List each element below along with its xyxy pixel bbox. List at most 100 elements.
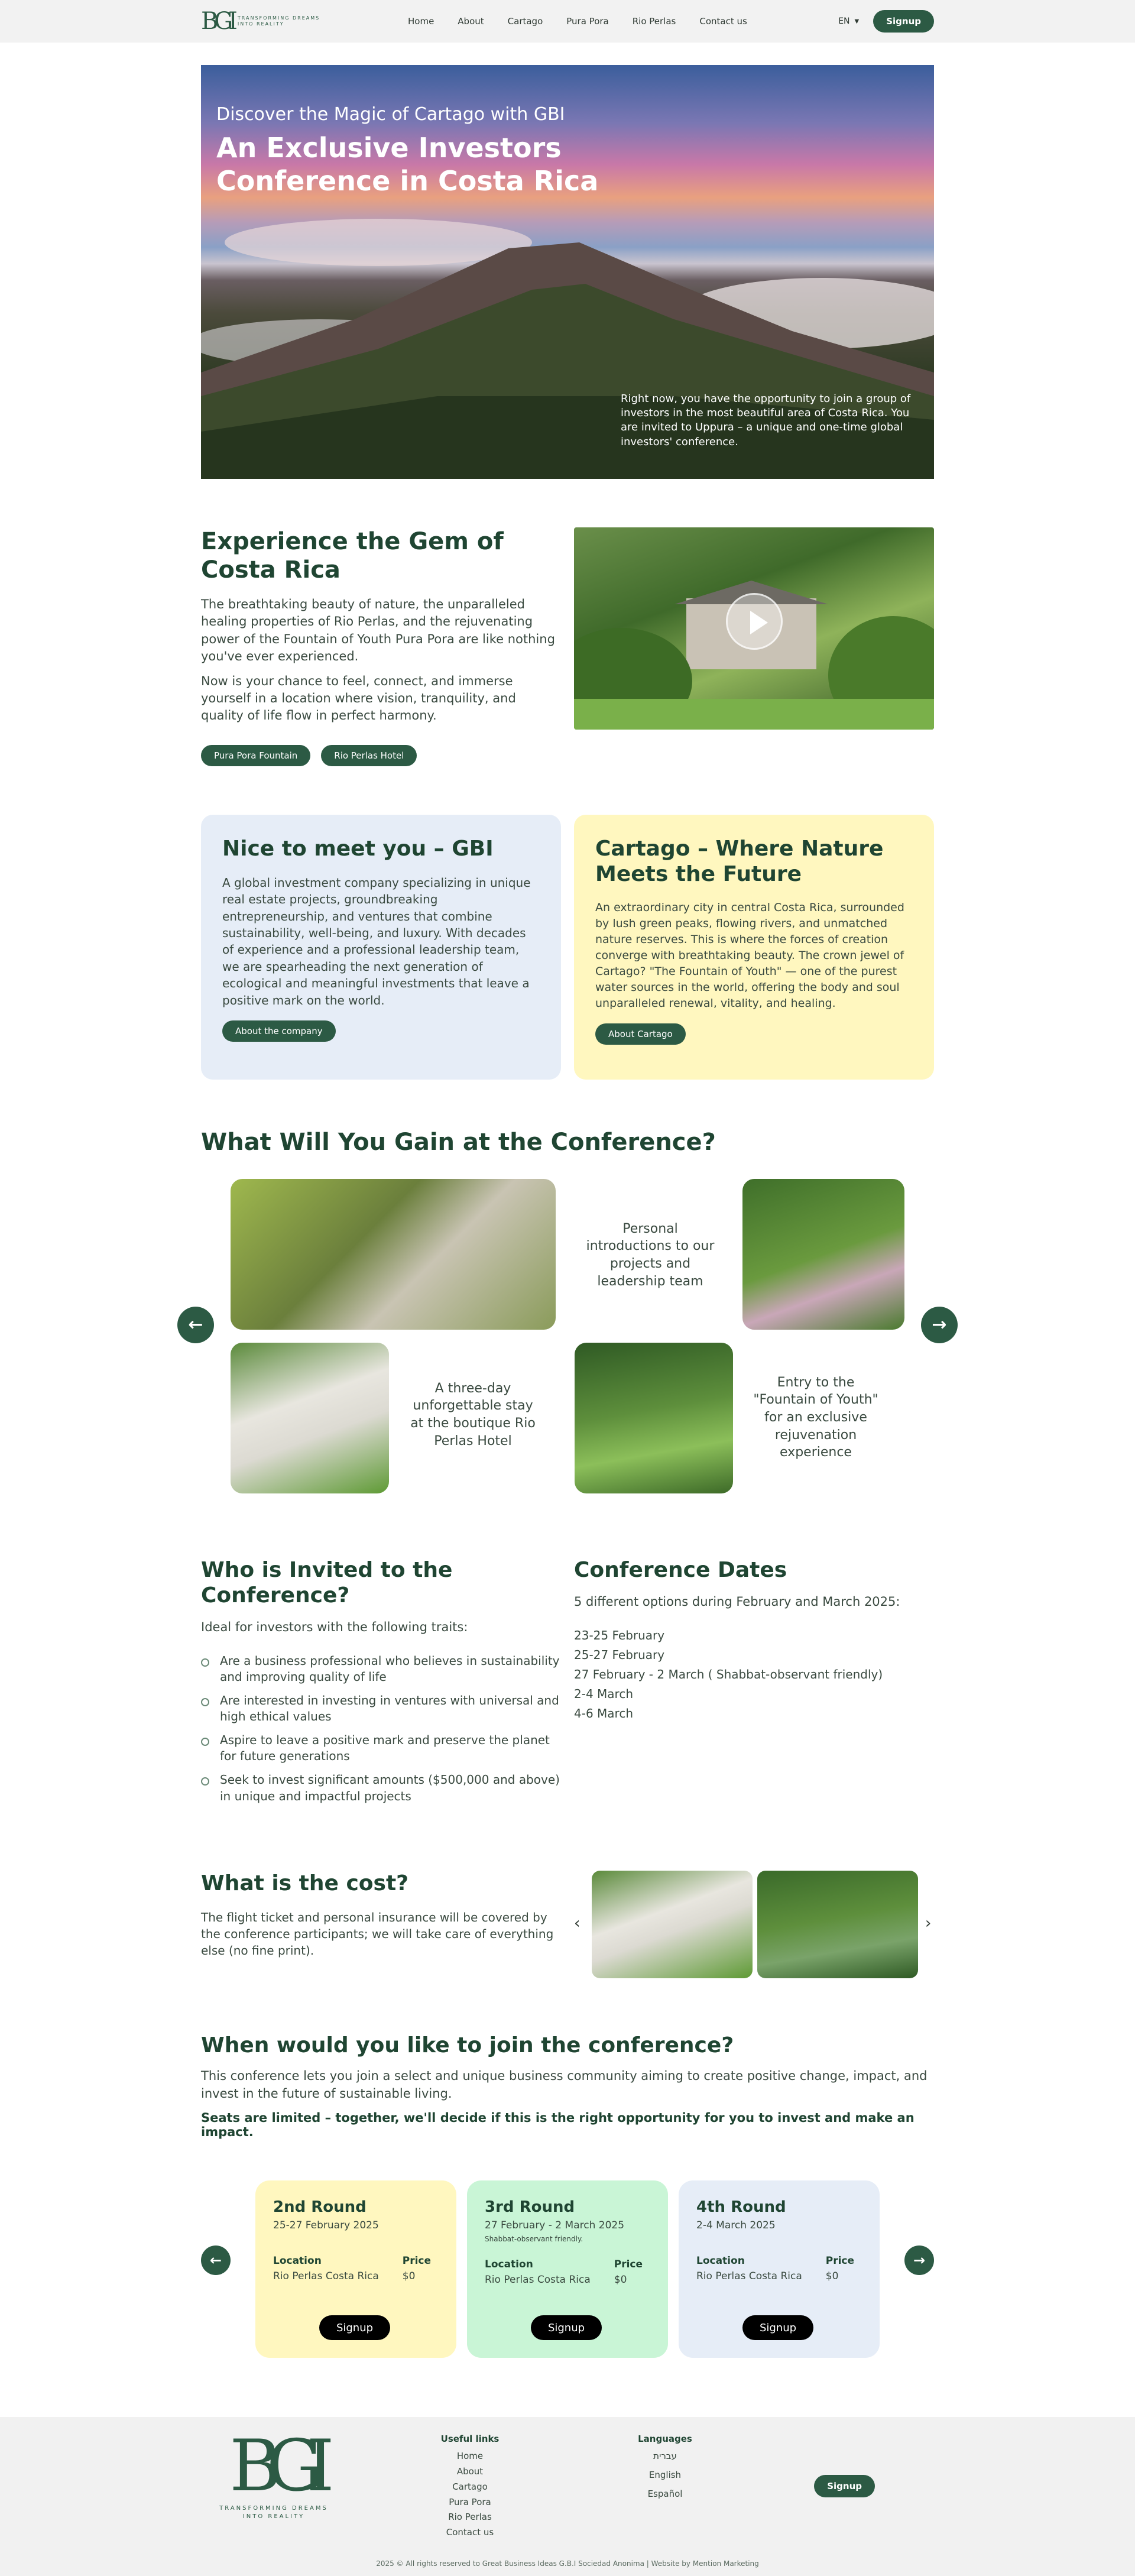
lake-gallery-photo [757,1871,918,1979]
logo-tagline: Transforming Dreams Into Reality [237,15,320,27]
about-text: A global investment company specializing… [222,875,531,1007]
hotel-gallery-photo [592,1871,753,1979]
footer-link-pura-pora[interactable]: Pura Pora [426,2495,514,2510]
chevron-left-icon[interactable]: ‹ [574,1914,580,1932]
footer-link-home[interactable]: Home [426,2449,514,2464]
footer-link-about[interactable]: About [426,2464,514,2480]
date-option: 23-25 February [574,1628,665,1643]
waterfall-photo [575,1342,733,1493]
language-code: EN [838,17,850,26]
date-option: 4-6 March [574,1706,633,1721]
about-gbi-card: Nice to meet you – GBI A global investme… [201,814,561,1080]
location-label: Location [696,2255,745,2267]
language-english[interactable]: English [621,2468,709,2483]
hero-banner: Discover the Magic of Cartago with GBI A… [201,65,934,479]
languages: Languages עברית English Español [621,2434,709,2502]
footer-link-rio-perlas[interactable]: Rio Perlas [426,2510,514,2525]
rio-perlas-hotel-button[interactable]: Rio Perlas Hotel [321,744,417,766]
price-value: $0 [614,2274,627,2286]
cartago-title: Cartago – Where Nature Meets the Future [595,836,884,886]
signup-button[interactable]: Signup [873,10,934,33]
language-spanish[interactable]: Español [621,2487,709,2502]
location-label: Location [485,2259,533,2271]
gain-item-fountain: Entry to the "Fountain of Youth" for an … [753,1375,878,1460]
languages-title: Languages [638,2434,692,2445]
caret-down-icon: ▼ [854,18,860,25]
trait-item: Aspire to leave a positive mark and pres… [201,1732,561,1765]
round-dates: 27 February - 2 March 2025 [485,2219,625,2232]
language-selector[interactable]: EN ▼ [838,17,859,26]
about-cartago-button[interactable]: About Cartago [595,1023,686,1045]
menu-rio-perlas[interactable]: Rio Perlas [633,16,676,27]
invited-section: Who is Invited to the Conference? Ideal … [201,1557,934,1812]
gain-next-arrow-icon[interactable]: → [921,1306,958,1343]
pura-pora-fountain-button[interactable]: Pura Pora Fountain [201,744,311,766]
main-menu: Home About Cartago Pura Pora Rio Perlas … [408,16,838,27]
dates-title: Conference Dates [574,1557,787,1582]
cartago-card: Cartago – Where Nature Meets the Future … [574,814,934,1080]
useful-links: Useful links Home About Cartago Pura Por… [426,2434,514,2541]
video-thumbnail[interactable] [574,527,934,730]
round-signup-button[interactable]: Signup [319,2315,390,2341]
site-footer: BGI Transforming Dreams Into Reality Use… [0,2417,1135,2576]
chevron-right-icon[interactable]: › [925,1914,931,1932]
date-option: 25-27 February [574,1648,665,1663]
round-note: Shabbat-observant friendly. [485,2235,583,2244]
round-signup-button[interactable]: Signup [742,2315,813,2341]
round-signup-button[interactable]: Signup [531,2315,602,2341]
useful-links-title: Useful links [440,2434,500,2445]
language-hebrew[interactable]: עברית [621,2449,709,2464]
dates-intro: 5 different options during February and … [574,1594,900,1609]
about-company-button[interactable]: About the company [222,1020,336,1042]
cost-photo-carousel: ‹ › [574,1871,934,1979]
rounds-carousel: ← 2nd Round 25-27 February 2025 Location… [201,2180,934,2358]
round-dates: 2-4 March 2025 [696,2219,776,2232]
gem-title: Experience the Gem of Costa Rica [201,528,504,584]
gain-prev-arrow-icon[interactable]: ← [177,1306,214,1343]
resort-aerial-photo [742,1178,904,1330]
join-title: When would you like to join the conferen… [201,2033,734,2058]
price-value: $0 [402,2270,416,2283]
intro-cards: Nice to meet you – GBI A global investme… [201,814,934,1080]
hotel-photo [231,1342,389,1493]
invited-intro: Ideal for investors with the following t… [201,1620,468,1635]
cost-section: What is the cost? The flight ticket and … [201,1871,934,1979]
footer-link-cartago[interactable]: Cartago [426,2480,514,2495]
price-label: Price [825,2255,855,2267]
menu-about[interactable]: About [458,16,484,27]
round-card-3: 3rd Round 27 February - 2 March 2025 Sha… [467,2180,668,2358]
footer-link-contact[interactable]: Contact us [426,2525,514,2541]
menu-home[interactable]: Home [408,16,434,27]
footer-logo-mark: BGI [229,2425,335,2508]
gem-section: Experience the Gem of Costa Rica The bre… [201,527,934,766]
logo-mark: BGI [201,8,238,35]
rounds-prev-arrow-icon[interactable]: ← [201,2246,231,2276]
brand-logo[interactable]: BGI Transforming Dreams Into Reality [201,9,343,33]
play-icon[interactable] [725,593,783,650]
gain-title: What Will You Gain at the Conference? [201,1128,716,1156]
price-label: Price [402,2255,432,2267]
copyright: 2025 © All rights reserved to Great Busi… [376,2559,759,2568]
menu-pura-pora[interactable]: Pura Pora [566,16,608,27]
location-label: Location [273,2255,322,2267]
trait-item: Are interested in investing in ventures … [201,1693,561,1725]
footer-logo-tagline: Transforming Dreams Into Reality [219,2505,328,2520]
footer-signup-button[interactable]: Signup [814,2475,875,2498]
cost-title: What is the cost? [201,1871,409,1896]
join-section: When would you like to join the conferen… [201,2033,934,2358]
gem-paragraph-2: Now is your chance to feel, connect, and… [201,673,516,723]
gain-item-introductions: Personal introductions to our projects a… [586,1221,715,1289]
round-title: 4th Round [696,2198,786,2217]
about-title: Nice to meet you – GBI [222,836,494,861]
menu-contact[interactable]: Contact us [699,16,747,27]
invited-title: Who is Invited to the Conference? [201,1557,453,1608]
gain-section: What Will You Gain at the Conference? Pe… [177,1128,958,1493]
round-dates: 25-27 February 2025 [273,2219,379,2232]
hero-title: An Exclusive Investors Conference in Cos… [216,132,599,197]
rounds-next-arrow-icon[interactable]: → [904,2246,934,2276]
footer-logo[interactable]: BGI Transforming Dreams Into Reality [212,2431,336,2521]
join-highlight: Seats are limited – together, we'll deci… [201,2111,915,2140]
menu-cartago[interactable]: Cartago [508,16,543,27]
meeting-photo [231,1178,556,1330]
location-value: Rio Perlas Costa Rica [696,2270,802,2283]
